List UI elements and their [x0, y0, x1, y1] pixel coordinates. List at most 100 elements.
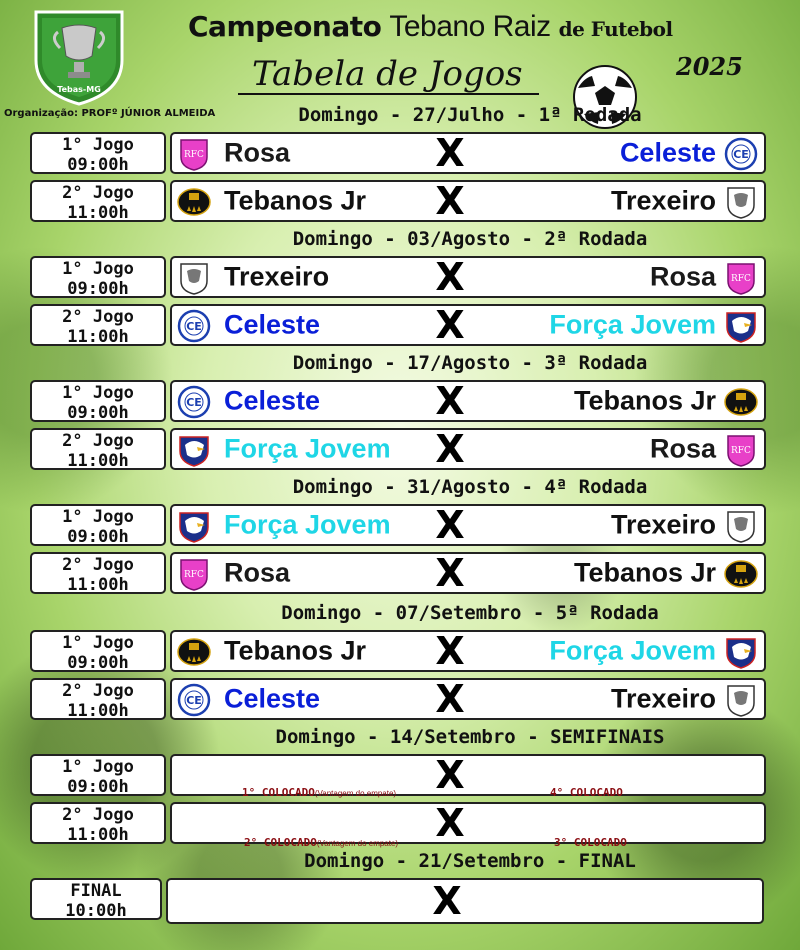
- versus-icon: X: [435, 677, 465, 721]
- round-header: Domingo - 27/Julho - 1ª Rodada: [298, 104, 642, 126]
- match-row: CE Celeste X Tebanos Jr: [170, 379, 766, 423]
- game-number-label: 1° Jogo: [62, 757, 134, 777]
- game-number-label: 2° Jogo: [62, 307, 134, 327]
- svg-text:Tebas-MG: Tebas-MG: [57, 85, 101, 94]
- game-time-label: 11:00h: [67, 575, 129, 595]
- versus-icon: X: [435, 551, 465, 595]
- game-number-label: 1° Jogo: [62, 383, 134, 403]
- year-label: 2025: [676, 52, 743, 81]
- match-row: Tebanos Jr X Trexeiro: [170, 179, 766, 223]
- game-time-label: 11:00h: [67, 451, 129, 471]
- rosa-crest-icon: RFC: [180, 559, 208, 591]
- tebanos-jr-crest-icon: [724, 560, 758, 588]
- versus-icon: X: [435, 303, 465, 347]
- title-campeonato: Campeonato: [188, 10, 382, 43]
- trexeiro-crest-icon: [727, 685, 755, 717]
- svg-text:CE: CE: [733, 148, 749, 161]
- celeste-crest-icon: CE: [177, 309, 211, 343]
- round-header: Domingo - 17/Agosto - 3ª Rodada: [292, 352, 648, 374]
- semifinal-time-box: 1° Jogo 09:00h: [30, 754, 166, 797]
- game-time-label: 11:00h: [67, 203, 129, 223]
- away-team-name: Tebanos Jr: [573, 557, 716, 588]
- tebanos-jr-crest-icon: [177, 188, 211, 216]
- tiebreak-note: (Vantagem do empate): [314, 789, 397, 798]
- game-number-label: 1° Jogo: [62, 633, 134, 653]
- game-time-label: 09:00h: [67, 403, 129, 423]
- league-logo: Tebas-MG: [34, 10, 124, 106]
- rosa-crest-icon: RFC: [727, 263, 755, 295]
- semifinal-header: Domingo - 14/Setembro - SEMIFINAIS: [275, 726, 665, 748]
- away-placeholder: 4° COLOCADO: [550, 786, 623, 799]
- match-time-box: 2° Jogo 11:00h: [30, 304, 166, 347]
- away-team-name: Tebanos Jr: [573, 385, 716, 416]
- game-number-label: FINAL: [70, 881, 122, 901]
- svg-text:RFC: RFC: [184, 570, 204, 580]
- home-team-name: Celeste: [224, 309, 321, 340]
- game-number-label: 2° Jogo: [62, 555, 134, 575]
- for-a-jovem-crest-icon: [179, 436, 209, 467]
- versus-icon: X: [435, 131, 465, 175]
- semifinal-time-box: 2° Jogo 11:00h: [30, 802, 166, 845]
- away-team-name: Trexeiro: [610, 683, 716, 714]
- home-team-name: Celeste: [224, 385, 321, 416]
- versus-icon: X: [432, 879, 462, 923]
- game-time-label: 09:00h: [67, 777, 129, 797]
- game-time-label: 10:00h: [65, 901, 127, 921]
- title-de-futebol: de Futebol: [558, 17, 673, 41]
- tiebreak-note: (Vantagem do empate): [316, 839, 399, 848]
- for-a-jovem-crest-icon: [179, 512, 209, 543]
- match-time-box: 1° Jogo 09:00h: [30, 256, 166, 299]
- game-time-label: 11:00h: [67, 701, 129, 721]
- svg-text:RFC: RFC: [731, 274, 751, 284]
- game-number-label: 1° Jogo: [62, 507, 134, 527]
- match-time-box: 2° Jogo 11:00h: [30, 678, 166, 721]
- home-placeholder: 1° COLOCADO(Vantagem do empate): [242, 786, 396, 799]
- home-team-name: Força Jovem: [224, 509, 391, 540]
- svg-text:CE: CE: [186, 694, 202, 707]
- versus-icon: X: [435, 179, 465, 223]
- versus-icon: X: [435, 801, 465, 845]
- game-time-label: 09:00h: [67, 279, 129, 299]
- home-team-name: Força Jovem: [224, 433, 391, 464]
- match-time-box: 2° Jogo 11:00h: [30, 428, 166, 471]
- subtitle: Tabela de Jogos: [238, 55, 539, 95]
- match-row: RFC Rosa X Tebanos Jr: [170, 551, 766, 595]
- tebanos-jr-crest-icon: [177, 638, 211, 666]
- match-row: CE Celeste X Trexeiro: [170, 677, 766, 721]
- game-time-label: 09:00h: [67, 527, 129, 547]
- game-number-label: 2° Jogo: [62, 681, 134, 701]
- versus-icon: X: [435, 255, 465, 299]
- round-header: Domingo - 31/Agosto - 4ª Rodada: [292, 476, 648, 498]
- svg-text:CE: CE: [186, 396, 202, 409]
- match-time-box: 1° Jogo 09:00h: [30, 630, 166, 673]
- match-time-box: 2° Jogo 11:00h: [30, 180, 166, 223]
- match-time-box: 1° Jogo 09:00h: [30, 132, 166, 175]
- home-team-name: Tebanos Jr: [224, 635, 367, 666]
- page-title: Campeonato Tebano Raiz de Futebol: [188, 10, 673, 44]
- tebanos-jr-crest-icon: [724, 388, 758, 416]
- semifinal-row: 2° COLOCADO(Vantagem do empate) X 3° COLOC…: [170, 801, 766, 849]
- svg-text:RFC: RFC: [184, 150, 204, 160]
- match-row: Trexeiro X Rosa RFC: [170, 255, 766, 299]
- celeste-crest-icon: CE: [724, 137, 758, 171]
- versus-icon: X: [435, 379, 465, 423]
- rosa-crest-icon: RFC: [727, 435, 755, 467]
- home-placeholder: 2° COLOCADO(Vantagem do empate): [244, 836, 398, 849]
- match-row: Tebanos Jr X Força Jovem: [170, 629, 766, 673]
- match-row: Força Jovem X Rosa RFC: [170, 427, 766, 471]
- round-header: Domingo - 03/Agosto - 2ª Rodada: [292, 228, 648, 250]
- game-number-label: 2° Jogo: [62, 805, 134, 825]
- final-row: X: [166, 878, 764, 924]
- game-number-label: 2° Jogo: [62, 431, 134, 451]
- game-time-label: 09:00h: [67, 653, 129, 673]
- svg-text:RFC: RFC: [731, 446, 751, 456]
- placeholder-label: 1° COLOCADO: [242, 786, 315, 799]
- final-time-box: FINAL 10:00h: [30, 878, 162, 921]
- home-team-name: Trexeiro: [224, 261, 330, 292]
- match-time-box: 1° Jogo 09:00h: [30, 380, 166, 423]
- round-header: Domingo - 07/Setembro - 5ª Rodada: [281, 602, 659, 624]
- home-team-name: Celeste: [224, 683, 321, 714]
- match-time-box: 1° Jogo 09:00h: [30, 504, 166, 547]
- match-row: RFC Rosa X Celeste CE: [170, 131, 766, 175]
- home-team-name: Rosa: [224, 557, 291, 588]
